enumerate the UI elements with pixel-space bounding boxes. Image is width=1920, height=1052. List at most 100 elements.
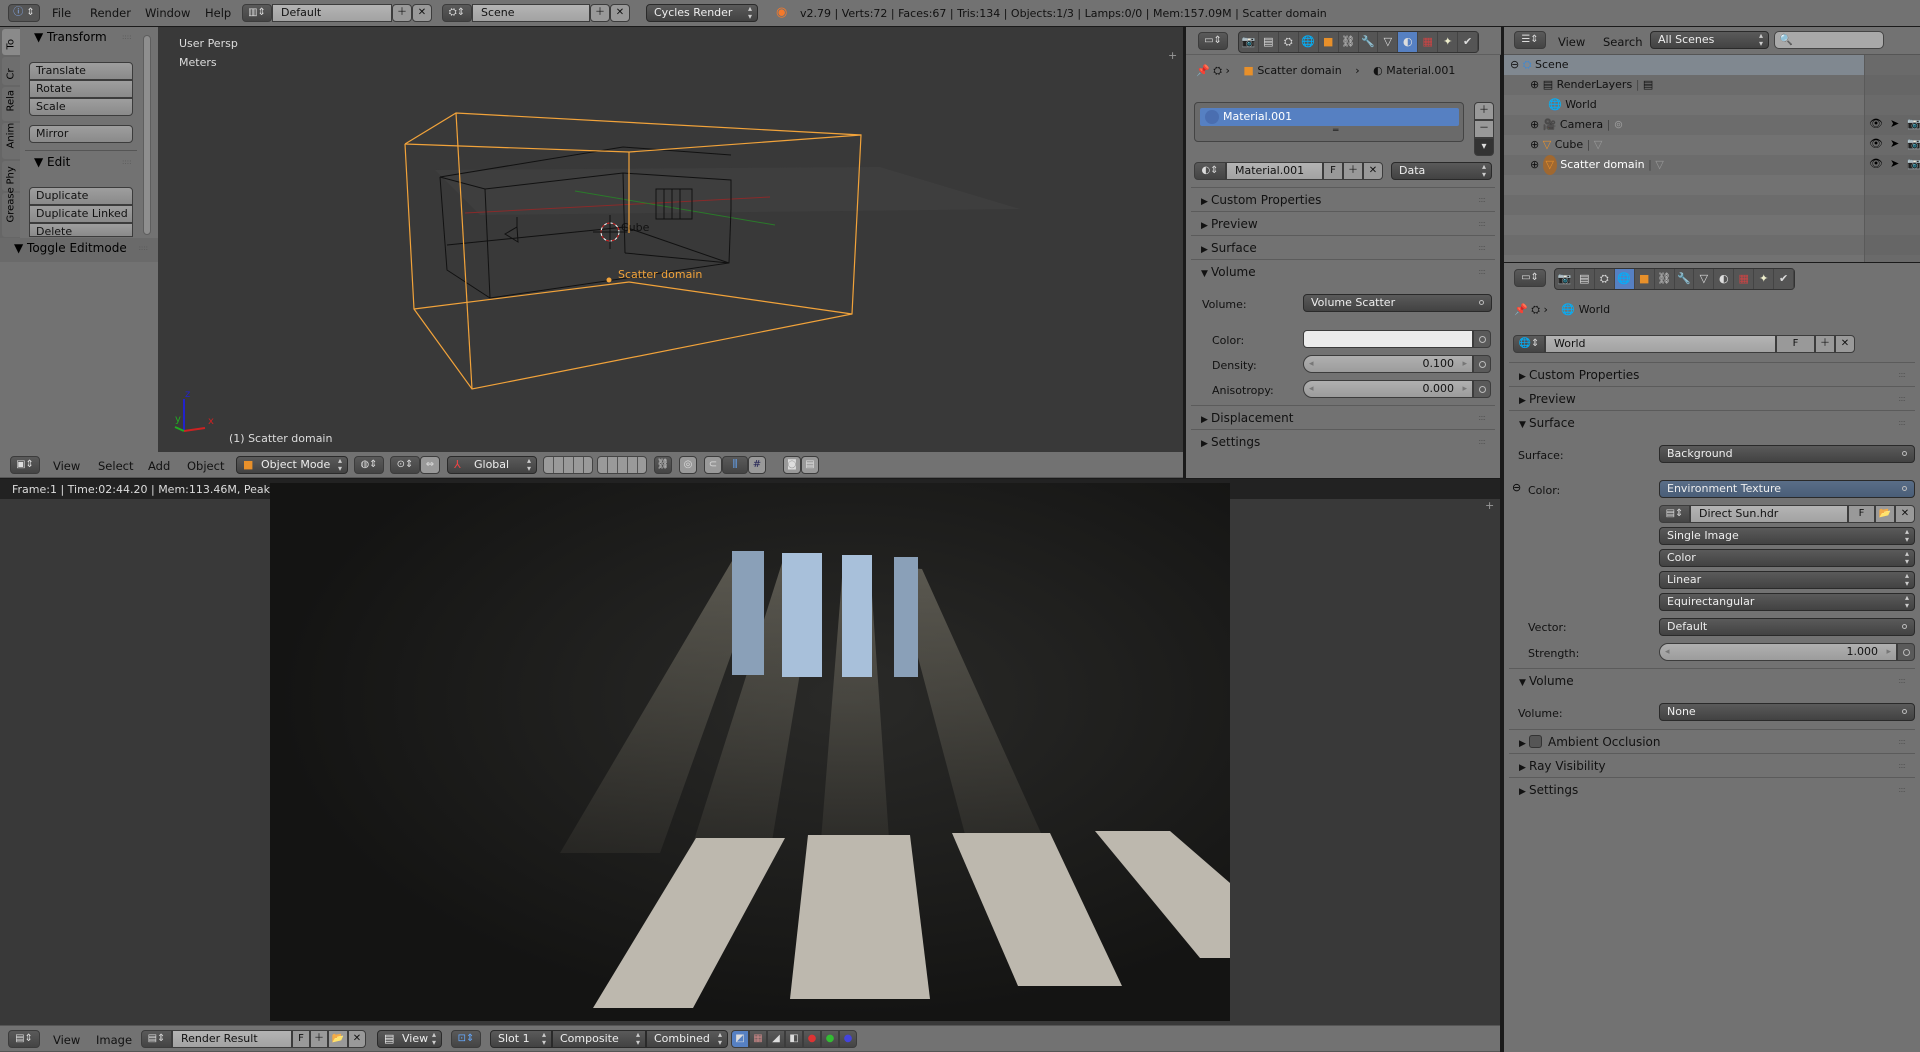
layout-add-button[interactable]: ＋ bbox=[392, 4, 412, 22]
orientation-dropdown[interactable]: ⅄ Global ▴ ▾ bbox=[447, 456, 537, 474]
layers-grid-2[interactable] bbox=[597, 456, 647, 474]
scene-field[interactable]: Scene bbox=[472, 4, 590, 22]
render-pass-dropdown[interactable]: Combined ▴ ▾ bbox=[646, 1030, 728, 1048]
add-slot-button[interactable]: ＋ bbox=[1474, 102, 1494, 120]
tab-particles-icon[interactable]: ✦ bbox=[1754, 269, 1775, 289]
volume-color-swatch[interactable] bbox=[1303, 330, 1473, 348]
settings-panel[interactable]: ▶ Settings:::: bbox=[1191, 429, 1495, 453]
collapse-icon[interactable]: ⊖ bbox=[1510, 55, 1519, 75]
new-world-button[interactable]: ＋ bbox=[1815, 335, 1835, 353]
snap-element-dropdown[interactable]: ⫼ bbox=[722, 456, 748, 474]
color-socket-button[interactable] bbox=[1473, 330, 1491, 348]
ambient-occlusion-panel[interactable]: ▶ Ambient Occlusion:::: bbox=[1509, 729, 1915, 753]
layout-remove-button[interactable]: ✕ bbox=[412, 4, 432, 22]
outliner-item-cube[interactable]: ⊕ ▽ Cube | ▽ bbox=[1504, 135, 1920, 155]
snap-target-button[interactable]: # bbox=[748, 456, 766, 474]
image-browse-button[interactable]: ▤⇕ bbox=[141, 1030, 172, 1048]
tab-world-icon[interactable]: 🌐 bbox=[1299, 32, 1319, 52]
tab-modifiers-icon[interactable]: 🔧 bbox=[1359, 32, 1379, 52]
manipulator-toggle[interactable]: ⇔ bbox=[420, 456, 440, 474]
tab-physics-icon[interactable]: ✔ bbox=[1774, 269, 1795, 289]
open-image-button[interactable]: 📂 bbox=[1875, 505, 1895, 523]
display-alpha-button[interactable]: ◢ bbox=[767, 1030, 785, 1048]
unlink-image-button[interactable]: ✕ bbox=[348, 1030, 366, 1048]
outliner-item-scatter-domain[interactable]: ⊕ ▽ Scatter domain | ▽ bbox=[1504, 155, 1920, 175]
editor-type-properties-button[interactable]: ▭⇕ bbox=[1514, 269, 1546, 287]
menu-add[interactable]: Add bbox=[148, 459, 170, 473]
preview-panel[interactable]: ▶ Preview:::: bbox=[1509, 386, 1915, 410]
image-source-dropdown[interactable]: Single Image ▴ ▾ bbox=[1659, 527, 1915, 545]
proportional-edit-button[interactable]: ◎ bbox=[679, 456, 697, 474]
fake-user-button[interactable]: F bbox=[292, 1030, 310, 1048]
opengl-animation-button[interactable]: ▤ bbox=[801, 456, 819, 474]
tab-material-icon[interactable]: ◐ bbox=[1398, 32, 1419, 52]
outliner-item-renderlayers[interactable]: ⊕ ▤ RenderLayers | ▤ bbox=[1504, 75, 1920, 95]
cube-visibility-eye-icon[interactable]: 👁 bbox=[1869, 137, 1883, 150]
settings-panel[interactable]: ▶ Settings:::: bbox=[1509, 777, 1915, 801]
display-mode-dropdown[interactable]: All Scenes ▴ ▾ bbox=[1650, 31, 1769, 49]
editor-type-3dview-button[interactable]: ▣⇕ bbox=[10, 456, 40, 474]
image-editor[interactable]: Frame:1 | Time:02:44.20 | Mem:113.46M, P… bbox=[0, 479, 1500, 1025]
tab-object-icon[interactable]: ■ bbox=[1319, 32, 1339, 52]
expand-icon[interactable]: ⊕ bbox=[1530, 75, 1539, 95]
display-blue-button[interactable]: ● bbox=[839, 1030, 857, 1048]
shading-dropdown[interactable]: ◍⇕ bbox=[354, 456, 384, 474]
tab-render-icon[interactable]: 📷 bbox=[1555, 269, 1575, 289]
outliner-item-camera[interactable]: ⊕ 🎥 Camera | ⊚ bbox=[1504, 115, 1920, 135]
display-red-button[interactable]: ● bbox=[803, 1030, 821, 1048]
tab-data-icon[interactable]: ▽ bbox=[1378, 32, 1399, 52]
strength-socket-button[interactable] bbox=[1897, 643, 1915, 661]
display-zbuffer-button[interactable]: ◧ bbox=[785, 1030, 803, 1048]
domain-select-arrow-icon[interactable]: ➤ bbox=[1890, 157, 1899, 170]
fake-user-button[interactable]: F bbox=[1776, 335, 1815, 353]
custom-properties-panel[interactable]: ▶ Custom Properties:::: bbox=[1509, 362, 1915, 386]
expand-icon[interactable]: ⊕ bbox=[1530, 115, 1539, 135]
scene-add-button[interactable]: ＋ bbox=[590, 4, 610, 22]
menu-help[interactable]: Help bbox=[205, 6, 231, 20]
unlink-world-button[interactable]: ✕ bbox=[1835, 335, 1855, 353]
editor-type-properties-button[interactable]: ▭⇕ bbox=[1198, 32, 1228, 50]
menu-view[interactable]: View bbox=[53, 459, 80, 473]
surface-panel[interactable]: ▼ Surface:::: bbox=[1509, 410, 1915, 434]
fake-user-button[interactable]: F bbox=[1323, 162, 1343, 180]
layout-field[interactable]: Default bbox=[272, 4, 392, 22]
layout-icon-button[interactable]: ▥⇕ bbox=[242, 4, 272, 22]
sidebar-toggle-plus[interactable]: + bbox=[1485, 499, 1494, 512]
color-node-dropdown[interactable]: Environment Texture bbox=[1659, 480, 1915, 498]
image-name-field[interactable]: Direct Sun.hdr bbox=[1690, 505, 1848, 523]
cube-select-arrow-icon[interactable]: ➤ bbox=[1890, 137, 1899, 150]
mode-dropdown[interactable]: ■ Object Mode ▴ ▾ bbox=[236, 456, 348, 474]
scene-remove-button[interactable]: ✕ bbox=[610, 4, 630, 22]
menu-search[interactable]: Search bbox=[1603, 35, 1643, 49]
pin-icon[interactable]: 📌 bbox=[1196, 64, 1210, 77]
tab-texture-icon[interactable]: ▦ bbox=[1734, 269, 1755, 289]
image-browse-button[interactable]: ▤⇕ bbox=[1659, 505, 1690, 523]
tab-particles-icon[interactable]: ✦ bbox=[1438, 32, 1459, 52]
tab-render-icon[interactable]: 📷 bbox=[1239, 32, 1259, 52]
expand-icon[interactable]: ⊕ bbox=[1530, 135, 1539, 155]
preview-panel[interactable]: ▶ Preview:::: bbox=[1191, 211, 1495, 235]
image-name-field[interactable]: Render Result bbox=[172, 1030, 292, 1048]
lock-layers-button[interactable]: ⛓ bbox=[654, 456, 672, 474]
image-fake-user-button[interactable]: F bbox=[1848, 505, 1875, 523]
surface-panel[interactable]: ▶ Surface:::: bbox=[1191, 235, 1495, 259]
tab-texture-icon[interactable]: ▦ bbox=[1418, 32, 1439, 52]
editor-type-info-button[interactable]: ⓘ ⇕ bbox=[8, 4, 40, 22]
menu-object[interactable]: Object bbox=[187, 459, 224, 473]
tab-render-layers-icon[interactable]: ▤ bbox=[1259, 32, 1279, 52]
menu-file[interactable]: File bbox=[52, 6, 71, 20]
scene-icon-button[interactable]: ⛭⇕ bbox=[442, 4, 472, 22]
outliner-item-world[interactable]: 🌐 World bbox=[1504, 95, 1920, 115]
open-image-button[interactable]: 📂 bbox=[328, 1030, 348, 1048]
strength-field[interactable]: 1.000 bbox=[1659, 643, 1897, 661]
render-engine-dropdown[interactable]: Cycles Render ▴ ▾ bbox=[646, 4, 758, 22]
anisotropy-field[interactable]: 0.000 bbox=[1303, 380, 1473, 398]
menu-select[interactable]: Select bbox=[98, 459, 133, 473]
tab-scene-icon[interactable]: ⛭ bbox=[1279, 32, 1299, 52]
view-mode-dropdown[interactable]: ▤ View ▴ ▾ bbox=[377, 1030, 442, 1048]
outliner-item-scene[interactable]: ⊖ ⛭ Scene bbox=[1504, 55, 1864, 75]
surface-shader-dropdown[interactable]: Background bbox=[1659, 445, 1915, 463]
tab-modifiers-icon[interactable]: 🔧 bbox=[1675, 269, 1695, 289]
domain-visibility-eye-icon[interactable]: 👁 bbox=[1869, 157, 1883, 170]
camera-render-icon[interactable]: 📷 bbox=[1907, 117, 1920, 130]
